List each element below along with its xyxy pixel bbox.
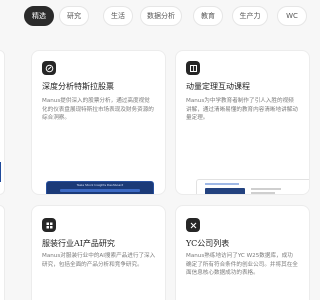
tab-education[interactable]: 教育	[193, 6, 223, 26]
card-tesla-stock[interactable]: 深度分析特斯拉股票 Manus提供深入的股票分析，通过高度视觉化的仪表盘展现特斯…	[31, 50, 166, 195]
card-title: 深度分析特斯拉股票	[42, 82, 114, 91]
preview-line	[251, 188, 281, 190]
tab-research[interactable]: 研究	[59, 6, 89, 26]
tab-life[interactable]: 生活	[103, 6, 133, 26]
tab-productivity[interactable]: 生产力	[232, 6, 268, 26]
category-tabs: 精选 研究 生活 数据分析 教育 生产力 WC	[0, 6, 307, 28]
preview-heading: Tesla Stock Insights Dashboard	[76, 183, 124, 187]
preview-block	[205, 188, 245, 194]
preview-bar	[60, 189, 140, 192]
card-description: Manus提供深入的股票分析，通过高度视觉化的仪表盘展现特斯拉市场表现及财务资源…	[42, 98, 154, 121]
card-description: Manus熟练地访问了YC W25数据库，成功确定了所有符合条件的创业公司。并将…	[186, 253, 298, 276]
card-momentum-course[interactable]: 动量定理互动课程 Manus为中学教育者制作了引人入胜的视频讲解，通过清晰易懂的…	[175, 50, 310, 195]
card-preview-dashboard: Tesla Stock Insights Dashboard	[46, 181, 154, 194]
partial-card-left-top[interactable]	[0, 50, 5, 195]
card-description: Manus为中学教育者制作了引人入胜的视频讲解，通过清晰易懂的教育内容清晰地讲解…	[186, 98, 298, 121]
tab-data-analysis[interactable]: 数据分析	[140, 6, 182, 26]
card-preview-lesson	[196, 179, 309, 194]
preview-line	[251, 192, 275, 194]
chart-icon	[42, 61, 56, 75]
book-icon	[186, 61, 200, 75]
card-yc-company-list[interactable]: YC公司列表 Manus熟练地访问了YC W25数据库，成功确定了所有符合条件的…	[175, 205, 310, 300]
tab-featured[interactable]: 精选	[24, 6, 54, 26]
grid-icon	[42, 218, 56, 232]
card-description: Manus对服装行业中的AI搜索产品进行了深入研究，包括全面的产品分析和竞争研究…	[42, 253, 156, 268]
partial-card-left-bottom[interactable]	[0, 205, 5, 300]
globe-icon	[186, 218, 200, 232]
card-title: 动量定理互动课程	[186, 82, 250, 91]
card-apparel-ai-research[interactable]: 服装行业AI产品研究 Manus对服装行业中的AI搜索产品进行了深入研究，包括全…	[31, 205, 166, 300]
card-title: YC公司列表	[186, 239, 230, 248]
partial-card-preview	[0, 162, 1, 182]
preview-line	[205, 183, 239, 185]
card-title: 服装行业AI产品研究	[42, 239, 115, 248]
tab-more[interactable]: WC	[277, 6, 307, 26]
